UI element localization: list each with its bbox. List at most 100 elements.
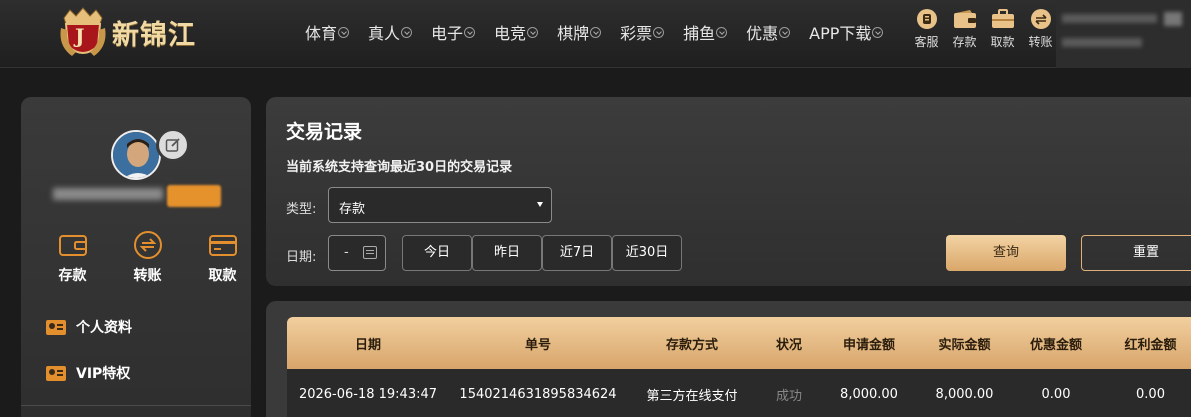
cell-date: 2026-06-18 19:43:47	[298, 386, 438, 402]
quick-customer-service[interactable]: 客服	[908, 8, 945, 50]
cell-discount-amount: 0.00	[1041, 386, 1071, 402]
date-label: 日期:	[286, 250, 317, 265]
last-30-days-button[interactable]: 近30日	[612, 235, 682, 271]
caret-down-icon	[537, 202, 543, 207]
nav-label: 捕鱼	[683, 24, 716, 43]
cell-deposit-method: 第三方在线支付	[646, 388, 738, 404]
quick-label: 存款	[952, 35, 977, 49]
briefcase-icon	[991, 8, 1015, 30]
column-header: 日期	[354, 337, 381, 353]
nav-label: 体育	[305, 24, 338, 43]
wallet-icon	[953, 8, 977, 30]
profile-card-icon	[46, 319, 66, 335]
sidebar: 存款 转账 取款 个人资料 VIP特权	[21, 97, 251, 417]
quick-label: 客服	[914, 35, 939, 49]
logo-badge-letter: J	[75, 24, 85, 48]
nav-item-sports[interactable]: 体育	[305, 20, 350, 44]
nav-item-esports[interactable]: 电竞	[494, 20, 539, 44]
sidebar-action-label: 转账	[133, 268, 162, 284]
quick-actions: 客服 存款 取款 转账	[908, 8, 1060, 50]
wallet-icon	[57, 231, 89, 259]
date-range-input[interactable]: -	[328, 235, 386, 271]
type-label: 类型:	[286, 202, 317, 217]
column-header: 单号	[524, 337, 551, 353]
sidebar-item-profile[interactable]: 个人资料	[46, 317, 132, 337]
quick-transfer[interactable]: 转账	[1022, 8, 1059, 50]
nav-label: 真人	[368, 24, 401, 43]
chevron-down-icon	[338, 26, 350, 38]
chevron-down-icon	[653, 26, 665, 38]
quick-withdraw[interactable]: 取款	[984, 8, 1021, 50]
sidebar-transfer-button[interactable]: 转账	[110, 231, 185, 285]
cell-order-number: 1540214631895834624	[459, 386, 617, 402]
table-header: 日期 单号 存款方式 状况 申请金额 实际金额 优惠金额 红利金额	[287, 317, 1191, 369]
column-header: 红利金额	[1124, 337, 1177, 353]
cell-requested-amount: 8,000.00	[840, 386, 898, 402]
type-select-value: 存款	[339, 202, 366, 217]
column-header: 实际金额	[938, 337, 991, 353]
chevron-down-icon	[464, 26, 476, 38]
sidebar-item-vip[interactable]: VIP特权	[46, 363, 130, 383]
nav-label: 优惠	[746, 24, 779, 43]
column-header: 存款方式	[665, 337, 718, 353]
chevron-down-icon	[401, 26, 413, 38]
brand-name: 新锦江	[112, 19, 196, 51]
cell-bonus-amount: 0.00	[1136, 386, 1165, 402]
column-header: 申请金额	[842, 337, 895, 353]
quick-label: 取款	[990, 35, 1015, 49]
yesterday-button[interactable]: 昨日	[472, 235, 542, 271]
page-subtitle: 当前系统支持查询最近30日的交易记录	[286, 160, 513, 175]
nav-item-lottery[interactable]: 彩票	[620, 20, 665, 44]
quick-deposit[interactable]: 存款	[946, 8, 983, 50]
cell-status: 成功	[775, 388, 802, 404]
transfer-icon	[132, 231, 164, 259]
type-select[interactable]: 存款	[328, 187, 552, 223]
date-value: -	[344, 245, 349, 260]
username-redacted	[53, 188, 163, 200]
today-button[interactable]: 今日	[402, 235, 472, 271]
edit-icon	[165, 138, 180, 152]
sidebar-deposit-button[interactable]: 存款	[35, 231, 110, 285]
chevron-down-icon	[779, 26, 791, 38]
avatar[interactable]	[111, 130, 161, 180]
quick-label: 转账	[1028, 35, 1053, 49]
nav-item-live[interactable]: 真人	[368, 20, 413, 44]
nav-label: 彩票	[620, 24, 653, 43]
page-title: 交易记录	[286, 121, 363, 143]
column-header: 优惠金额	[1029, 337, 1082, 353]
nav-item-cards[interactable]: 棋牌	[557, 20, 602, 44]
coin-icon	[1029, 8, 1053, 30]
user-info-redacted	[1056, 0, 1191, 68]
card-icon	[207, 231, 239, 259]
sidebar-item-label: VIP特权	[76, 366, 131, 382]
reset-button[interactable]: 重置	[1081, 235, 1191, 271]
nav-label: APP下载	[809, 24, 872, 43]
chevron-down-icon	[716, 26, 728, 38]
cell-actual-amount: 8,000.00	[935, 386, 994, 402]
sidebar-action-label: 存款	[58, 268, 87, 284]
top-bar: J 新锦江 体育 真人 电子 电竞 棋牌 彩票 捕鱼 优惠 APP下载 客服 存…	[0, 0, 1191, 68]
last-7-days-button[interactable]: 近7日	[542, 235, 612, 271]
nav-item-slots[interactable]: 电子	[431, 20, 476, 44]
vip-badge-redacted	[167, 185, 221, 207]
table-row[interactable]: 2026-06-18 19:43:47 1540214631895834624 …	[287, 369, 1191, 417]
brand-logo[interactable]: J 新锦江	[60, 2, 196, 62]
nav-label: 棋牌	[557, 24, 590, 43]
sidebar-divider	[21, 405, 251, 406]
vip-card-icon	[46, 365, 66, 381]
sidebar-item-label: 个人资料	[76, 320, 132, 336]
transaction-filter-panel: 交易记录 当前系统支持查询最近30日的交易记录 类型: 存款 日期: - 今日 …	[266, 97, 1191, 286]
customer-service-icon	[915, 8, 939, 30]
nav-item-fishing[interactable]: 捕鱼	[683, 20, 728, 44]
calendar-icon	[363, 246, 377, 259]
edit-profile-button[interactable]	[156, 128, 190, 162]
sidebar-withdraw-button[interactable]: 取款	[185, 231, 260, 285]
chevron-down-icon	[872, 26, 884, 38]
search-button[interactable]: 查询	[946, 235, 1066, 271]
chevron-down-icon	[590, 26, 602, 38]
transaction-table-panel: 日期 单号 存款方式 状况 申请金额 实际金额 优惠金额 红利金额 2026-0…	[266, 301, 1191, 417]
sidebar-actions: 存款 转账 取款	[35, 231, 260, 285]
nav-item-app-download[interactable]: APP下载	[809, 20, 884, 44]
nav-item-promotions[interactable]: 优惠	[746, 20, 791, 44]
logo-badge-icon: J	[60, 6, 106, 58]
